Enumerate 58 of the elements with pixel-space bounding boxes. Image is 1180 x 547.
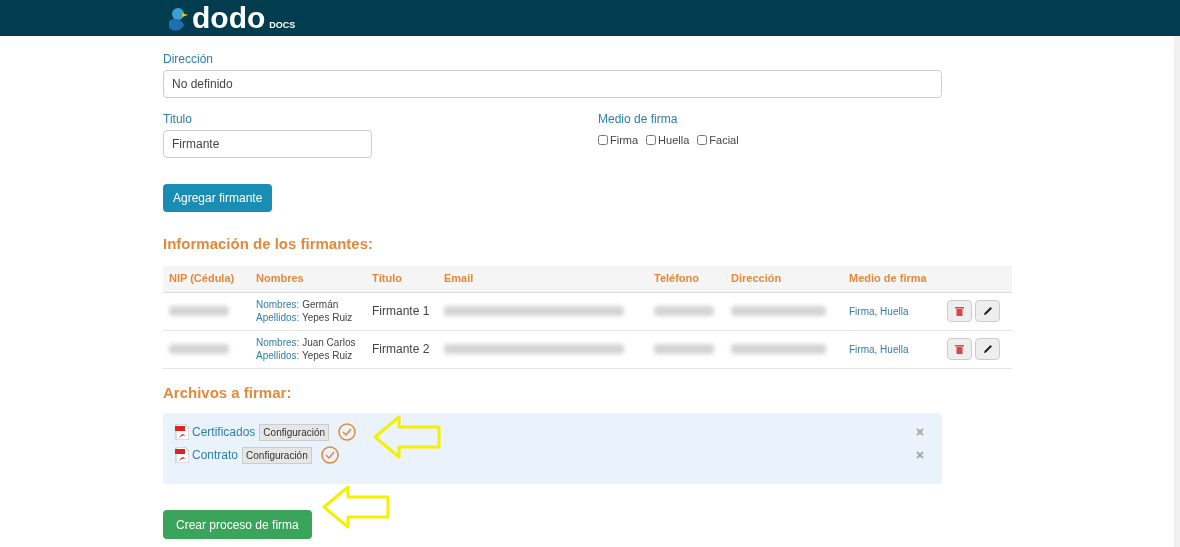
column-header: Nombres bbox=[255, 271, 305, 287]
field-label: Dirección bbox=[163, 51, 214, 68]
redacted-text bbox=[654, 344, 714, 354]
first-name: Germán bbox=[302, 299, 339, 310]
checkbox[interactable] bbox=[697, 135, 708, 146]
section-heading: Archivos a firmar: bbox=[163, 382, 293, 403]
pencil-icon bbox=[982, 344, 993, 354]
surname-label: Apellidos: bbox=[256, 312, 300, 323]
column-header: Título bbox=[371, 271, 403, 287]
redacted-text bbox=[169, 344, 229, 354]
address-field[interactable]: No definido bbox=[163, 70, 942, 98]
file-link[interactable]: Certificados bbox=[192, 423, 256, 441]
name-label: Nombres: bbox=[256, 299, 300, 310]
column-header: Medio de firma bbox=[848, 271, 928, 287]
pdf-file-icon bbox=[175, 447, 189, 463]
trash-icon bbox=[955, 306, 964, 316]
delete-button[interactable] bbox=[947, 300, 972, 322]
title-field[interactable]: Firmante bbox=[163, 130, 372, 158]
surname: Yepes Ruiz bbox=[301, 312, 353, 323]
configuration-button[interactable]: Configuración bbox=[259, 423, 330, 441]
logo-subtext: DOCS bbox=[269, 18, 296, 32]
column-header: NIP (Cédula) bbox=[168, 271, 236, 287]
redacted-text bbox=[654, 306, 714, 316]
field-label: Medio de firma bbox=[598, 111, 679, 128]
column-header: Dirección bbox=[730, 271, 783, 287]
section-heading: Información de los firmantes: bbox=[163, 234, 375, 254]
surname-label: Apellidos: bbox=[256, 350, 300, 361]
pencil-icon bbox=[982, 306, 993, 316]
pointer-arrow bbox=[322, 485, 390, 529]
edit-button[interactable] bbox=[975, 300, 1000, 322]
field-label: Titulo bbox=[163, 111, 193, 128]
add-signer-button[interactable]: Agregar firmante bbox=[163, 184, 273, 212]
name-label: Nombres: bbox=[256, 337, 300, 348]
trash-icon bbox=[955, 344, 964, 354]
checkbox-label: Huella bbox=[658, 133, 690, 148]
check-circle-icon bbox=[338, 423, 357, 441]
table-cell: Firmante 2 bbox=[372, 342, 430, 356]
redacted-text bbox=[169, 306, 229, 316]
file-link[interactable]: Contrato bbox=[192, 446, 239, 464]
checkbox[interactable] bbox=[598, 135, 608, 146]
delete-button[interactable] bbox=[947, 338, 972, 360]
table-cell: Firma, Huella bbox=[849, 305, 909, 317]
column-header: Teléfono bbox=[653, 271, 700, 287]
table-cell: Firmante 1 bbox=[372, 304, 430, 318]
edit-button[interactable] bbox=[975, 338, 1000, 360]
column-header: Email bbox=[443, 271, 475, 287]
checkbox[interactable] bbox=[646, 135, 657, 146]
logo-text: dodo bbox=[192, 3, 266, 33]
first-name: Juan Carlos bbox=[302, 337, 356, 348]
pointer-arrow bbox=[373, 415, 441, 459]
check-circle-icon bbox=[320, 446, 339, 464]
pdf-file-icon bbox=[175, 424, 189, 440]
bird-logo-icon bbox=[166, 7, 188, 33]
configuration-button[interactable]: Configuración bbox=[242, 446, 312, 464]
checkbox-label: Firma bbox=[610, 133, 639, 148]
checkbox-label: Facial bbox=[709, 133, 739, 148]
table-cell: Firma, Huella bbox=[849, 343, 909, 355]
surname: Yepes Ruiz bbox=[301, 350, 353, 361]
